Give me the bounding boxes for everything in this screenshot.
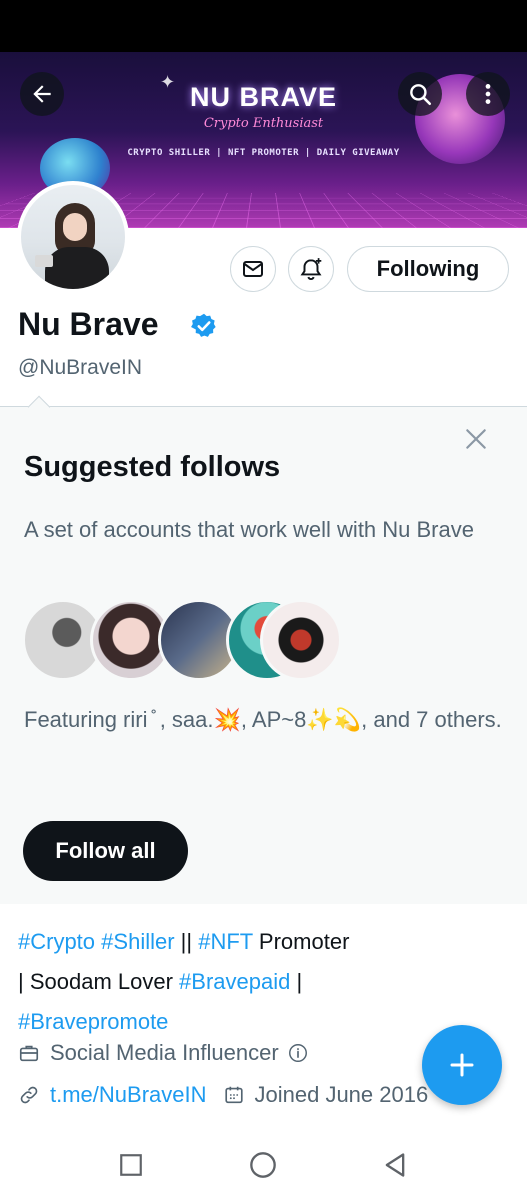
recents-button[interactable] [116,1150,146,1180]
hashtag-link[interactable]: #NFT [198,929,253,954]
joined-date: Joined June 2016 [254,1082,429,1107]
follow-all-button[interactable]: Follow all [23,821,188,881]
compose-post-button[interactable] [422,1025,502,1105]
suggested-avatar[interactable] [260,599,342,681]
banner-title: NU BRAVE [189,82,337,112]
briefcase-icon [19,1045,39,1062]
more-button[interactable] [466,72,510,116]
circle-icon [250,1152,276,1178]
bio-text: | Soodam Lover [18,969,180,994]
occupation-text: Social Media Influencer [50,1040,279,1065]
search-icon [410,84,432,106]
hashtag-link[interactable]: #Bravepaid [179,969,290,994]
mail-icon [243,261,263,277]
message-button[interactable] [230,246,276,292]
profile-handle: @NuBraveIN [18,356,143,379]
suggested-follows-title: Suggested follows [24,451,281,483]
suggested-follows-panel: Suggested follows A set of accounts that… [0,395,527,904]
system-back-button[interactable] [380,1150,410,1180]
profile-avatar[interactable] [17,181,129,293]
profile-occupation: Social Media Influencer [18,1040,319,1066]
link-icon [20,1086,38,1104]
bio-text: || [174,929,199,954]
search-button[interactable] [398,72,442,116]
status-bar [0,0,527,52]
square-icon [120,1154,142,1176]
system-navigation-bar [0,1128,527,1200]
banner-tagline: CRYPTO SHILLER | NFT PROMOTER | DAILY GI… [127,148,400,158]
home-button[interactable] [248,1150,278,1180]
triangle-back-icon [385,1153,405,1177]
profile-bio: #Crypto #Shiller || #NFT Promoter | Sood… [18,922,438,1042]
plus-icon [450,1053,474,1077]
display-name: Nu Brave [18,306,159,342]
suggested-avatar-stack[interactable] [22,599,342,681]
close-icon [466,429,486,449]
calendar-icon [224,1086,243,1104]
bio-text: Promoter [252,929,350,954]
verified-badge-icon [191,313,216,337]
hashtag-link[interactable]: #Bravepromote [18,1009,168,1034]
bio-text: | [290,969,303,994]
profile-meta-links: t.me/NuBraveIN Joined June 2016 [18,1082,428,1108]
arrow-left-icon [33,85,51,103]
banner-subtitle: Crypto Enthusiast [203,116,324,131]
notifications-button[interactable] [288,246,334,292]
info-icon[interactable] [287,1042,309,1064]
hashtag-link[interactable]: #Crypto [18,929,95,954]
suggested-featuring-text: Featuring riri ̊ , saa.💥, AP~8✨💫, and 7 … [24,707,502,732]
dismiss-suggestions-button[interactable] [460,423,492,455]
profile-website-link[interactable]: t.me/NuBraveIN [50,1082,207,1108]
hashtag-link[interactable]: #Shiller [101,929,174,954]
suggested-follows-description: A set of accounts that work well with Nu… [24,517,474,542]
more-vertical-icon [485,84,491,104]
back-button[interactable] [20,72,64,116]
following-button[interactable]: Following [347,246,509,292]
bell-plus-icon [300,258,322,281]
